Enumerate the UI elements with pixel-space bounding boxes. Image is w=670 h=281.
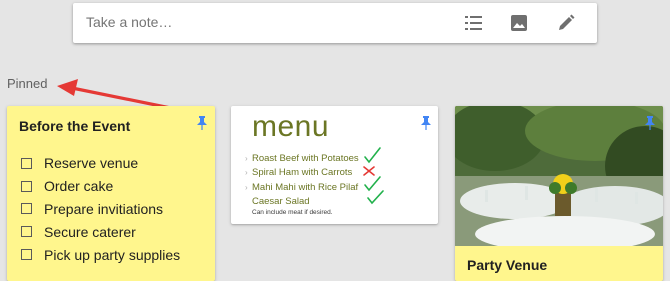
checklist-item-label: Prepare invitiations bbox=[44, 200, 164, 217]
pen-icon[interactable] bbox=[557, 14, 575, 32]
checklist: Reserve venue Order cake Prepare invitia… bbox=[21, 152, 180, 266]
checkbox[interactable] bbox=[21, 249, 32, 261]
checklist-item: Order cake bbox=[21, 175, 180, 198]
pin-icon[interactable] bbox=[197, 116, 207, 130]
checklist-item: Secure caterer bbox=[21, 220, 180, 243]
list-icon[interactable] bbox=[465, 14, 483, 32]
checklist-item-label: Secure caterer bbox=[44, 223, 136, 240]
note-card-before-event[interactable]: Before the Event Reserve venue Order cak… bbox=[7, 106, 215, 281]
pin-icon[interactable] bbox=[645, 116, 655, 130]
hand-drawn-marks bbox=[363, 147, 384, 205]
venue-photo bbox=[455, 106, 663, 246]
checklist-item: Reserve venue bbox=[21, 152, 180, 175]
checkbox[interactable] bbox=[21, 226, 32, 238]
checkbox[interactable] bbox=[21, 180, 32, 192]
checklist-item-label: Order cake bbox=[44, 178, 114, 195]
checklist-item-label: Pick up party supplies bbox=[44, 246, 181, 263]
note-title: Before the Event bbox=[19, 118, 131, 134]
note-card-menu[interactable]: menu › Roast Beef with Potatoes › Spiral H… bbox=[231, 106, 438, 224]
checklist-item-label: Reserve venue bbox=[44, 155, 139, 172]
checkbox[interactable] bbox=[21, 157, 32, 169]
checklist-item: Prepare invitiations bbox=[21, 198, 180, 221]
note-title: Party Venue bbox=[467, 257, 548, 273]
checkbox[interactable] bbox=[21, 203, 32, 215]
image-icon[interactable] bbox=[510, 14, 528, 32]
note-card-party-venue[interactable]: Party Venue bbox=[455, 106, 663, 281]
checklist-item: Pick up party supplies bbox=[21, 243, 180, 266]
